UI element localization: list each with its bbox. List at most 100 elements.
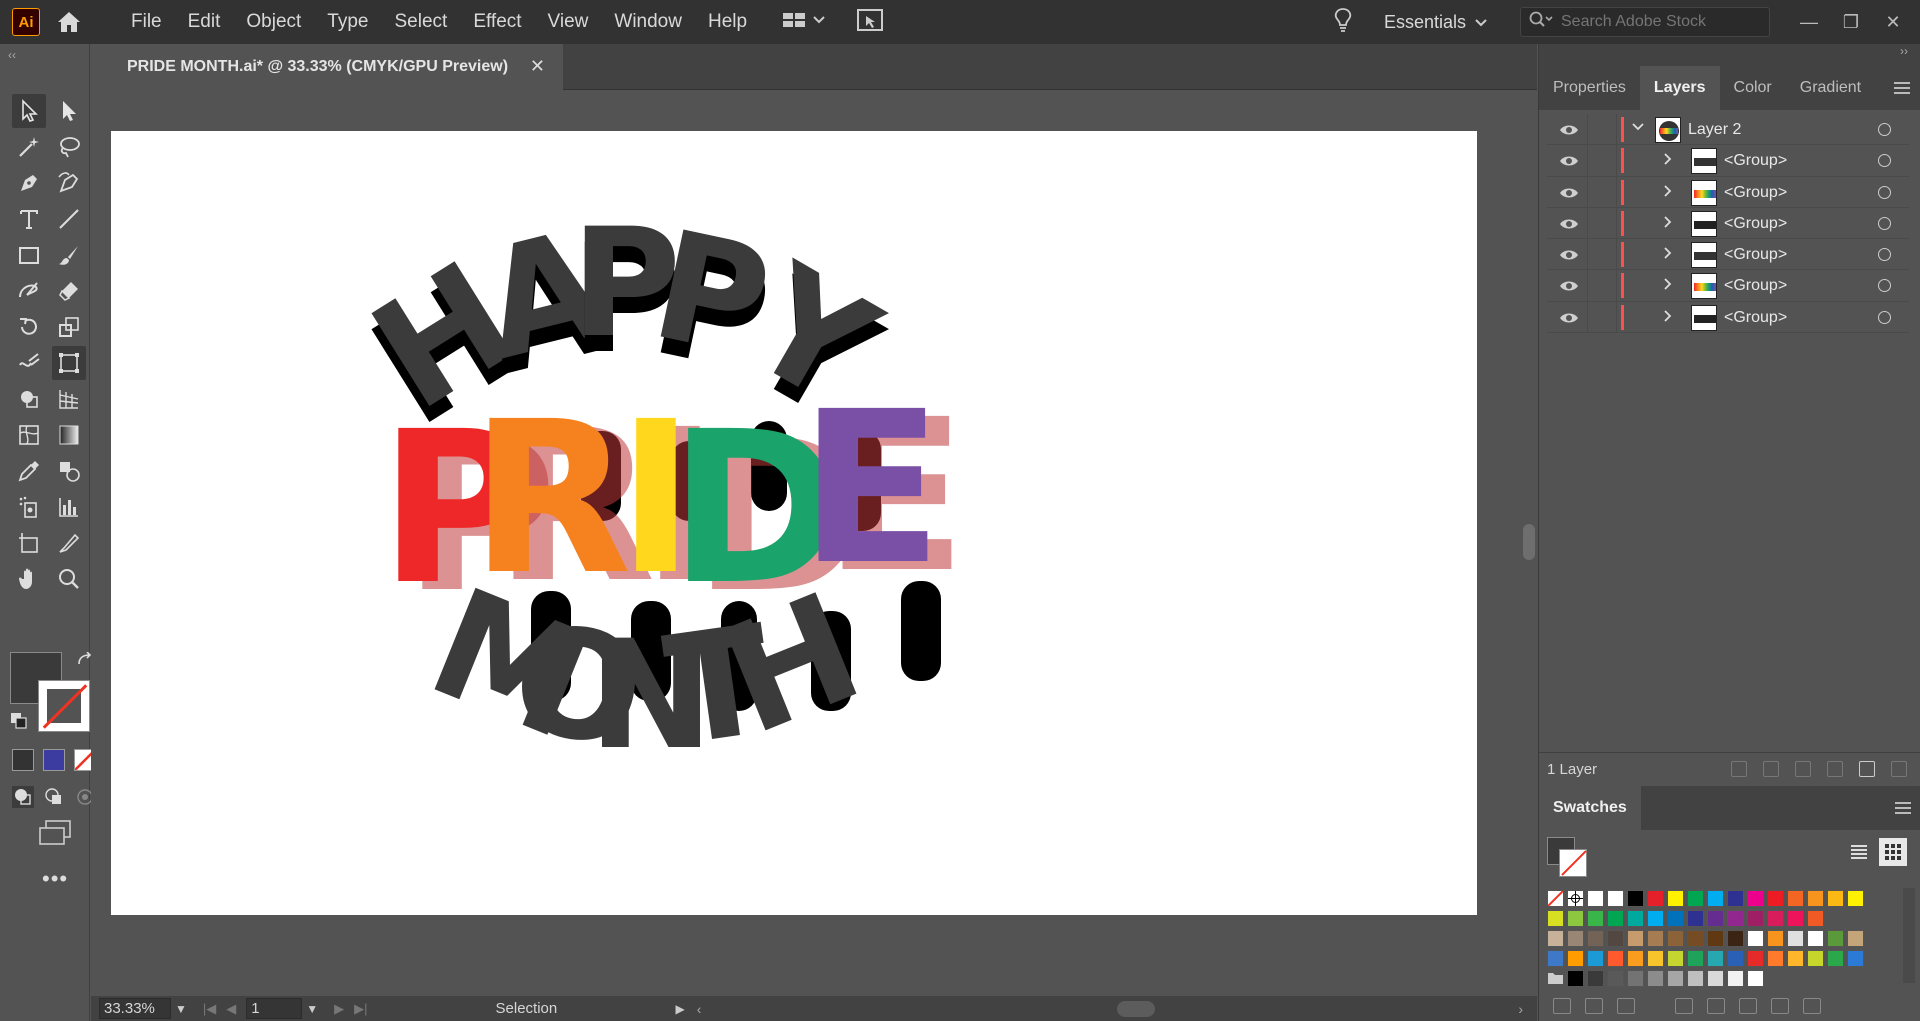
gradient-tool-icon[interactable]	[52, 418, 86, 452]
swatch[interactable]	[1667, 970, 1684, 987]
swatch[interactable]	[1567, 950, 1584, 967]
status-mode-text[interactable]: Selection	[496, 1000, 656, 1017]
visibility-eye-icon[interactable]	[1559, 311, 1579, 330]
swatch[interactable]	[1587, 970, 1604, 987]
pride-month-artwork[interactable]: HHAAPPPPYYMONTHPPRR IIDDEE	[111, 131, 1477, 915]
swatch-libraries-icon[interactable]	[1553, 997, 1571, 1014]
menu-type[interactable]: Type	[314, 0, 381, 44]
swatch[interactable]	[1587, 930, 1604, 947]
delete-swatch-icon[interactable]	[1803, 997, 1821, 1014]
visibility-eye-icon[interactable]	[1559, 123, 1579, 142]
blend-tool-icon[interactable]	[52, 454, 86, 488]
swatch[interactable]	[1727, 930, 1744, 947]
swatch[interactable]	[1667, 910, 1684, 927]
menu-edit[interactable]: Edit	[175, 0, 234, 44]
swatch[interactable]	[1687, 910, 1704, 927]
first-artboard-icon[interactable]: |◀	[203, 1001, 216, 1017]
swatches-menu-icon[interactable]	[1895, 799, 1911, 817]
minimize-icon[interactable]: —	[1788, 12, 1830, 33]
layer-row[interactable]: Layer 2	[1547, 114, 1909, 146]
visibility-eye-icon[interactable]	[1559, 279, 1579, 298]
canvas-area[interactable]: HHAAPPPPYYMONTHPPRRIIDDEE	[91, 90, 1521, 996]
swatch[interactable]	[1747, 970, 1764, 987]
gpu-performance-icon[interactable]	[856, 8, 884, 37]
swatch[interactable]	[1607, 890, 1624, 907]
group-name[interactable]: <Group>	[1724, 277, 1787, 295]
group-name[interactable]: <Group>	[1724, 215, 1787, 233]
lock-toggle[interactable]	[1587, 207, 1617, 239]
swatch[interactable]	[1807, 910, 1824, 927]
swatch[interactable]	[1827, 890, 1844, 907]
grid-view-icon[interactable]	[1879, 838, 1907, 866]
scroll-right-icon[interactable]: ›	[1518, 1001, 1523, 1017]
swatch[interactable]	[1587, 890, 1604, 907]
swatch[interactable]	[1627, 890, 1644, 907]
lightbulb-icon[interactable]	[1332, 7, 1354, 38]
group-name[interactable]: <Group>	[1724, 309, 1787, 327]
swatch[interactable]	[1567, 970, 1584, 987]
lock-toggle[interactable]	[1587, 270, 1617, 301]
workspace-switcher[interactable]: Essentials	[1384, 12, 1488, 33]
stock-search-input[interactable]	[1561, 13, 1761, 31]
swatch[interactable]	[1567, 910, 1584, 927]
swatch[interactable]	[1787, 890, 1804, 907]
eyedropper-tool-icon[interactable]	[12, 454, 46, 488]
clipping-mask-icon[interactable]	[1795, 761, 1811, 777]
swatch[interactable]	[1667, 930, 1684, 947]
target-circle-icon[interactable]	[1878, 185, 1891, 199]
swatch[interactable]	[1627, 930, 1644, 947]
new-swatch-icon[interactable]	[1771, 997, 1789, 1014]
group-name[interactable]: <Group>	[1724, 246, 1787, 264]
swatch[interactable]	[1747, 950, 1764, 967]
expand-group-chevron-icon[interactable]	[1661, 184, 1675, 201]
color-icon[interactable]	[12, 749, 34, 771]
swatch[interactable]	[1847, 930, 1864, 947]
swatch[interactable]	[1647, 950, 1664, 967]
collapse-toolbar-icon[interactable]: ‹‹	[0, 44, 89, 74]
layer-name[interactable]: Layer 2	[1688, 121, 1741, 139]
layer-row[interactable]: <Group>	[1547, 239, 1909, 271]
swatch[interactable]	[1667, 950, 1684, 967]
default-fill-stroke-icon[interactable]	[10, 712, 28, 735]
document-tab[interactable]: PRIDE MONTH.ai* @ 33.33% (CMYK/GPU Previ…	[91, 44, 563, 90]
swatch[interactable]	[1607, 910, 1624, 927]
scroll-left-icon[interactable]: ‹	[697, 1001, 702, 1017]
free-transform-tool-icon[interactable]	[52, 346, 86, 380]
locate-object-icon[interactable]	[1763, 761, 1779, 777]
new-layer-icon[interactable]	[1859, 761, 1875, 777]
expand-group-chevron-icon[interactable]	[1661, 215, 1675, 232]
lock-toggle[interactable]	[1587, 145, 1617, 176]
swatch[interactable]	[1567, 930, 1584, 947]
swatch[interactable]	[1747, 930, 1764, 947]
layer-row[interactable]: <Group>	[1547, 270, 1909, 302]
swatch[interactable]	[1847, 890, 1864, 907]
restore-icon[interactable]: ❐	[1830, 12, 1872, 33]
swatch[interactable]	[1787, 910, 1804, 927]
perspective-grid-tool-icon[interactable]	[52, 382, 86, 416]
direct-selection-tool-icon[interactable]	[52, 94, 86, 128]
eraser-tool-icon[interactable]	[52, 274, 86, 308]
tab-color[interactable]: Color	[1720, 66, 1786, 110]
new-folder-icon[interactable]	[1739, 997, 1757, 1014]
tab-properties[interactable]: Properties	[1539, 66, 1640, 110]
swatch[interactable]	[1607, 950, 1624, 967]
artboard[interactable]: HHAAPPPPYYMONTHPPRRIIDDEE	[111, 131, 1477, 915]
swatch[interactable]	[1667, 890, 1684, 907]
expand-group-chevron-icon[interactable]	[1661, 309, 1675, 326]
visibility-eye-icon[interactable]	[1559, 217, 1579, 236]
list-view-icon[interactable]	[1845, 838, 1873, 866]
new-color-group-icon[interactable]	[1707, 997, 1725, 1014]
zoom-dropdown-chevron-icon[interactable]: ▼	[175, 1002, 187, 1016]
swatch[interactable]	[1767, 930, 1784, 947]
swatch[interactable]	[1547, 950, 1564, 967]
pride-letter[interactable]: R	[470, 376, 632, 621]
expand-layer-chevron-icon[interactable]	[1631, 120, 1645, 137]
close-document-icon[interactable]: ✕	[530, 56, 545, 77]
swatch[interactable]	[1727, 950, 1744, 967]
swatch[interactable]	[1647, 910, 1664, 927]
arrange-documents-icon[interactable]	[782, 10, 826, 35]
swatch[interactable]	[1827, 930, 1844, 947]
slice-tool-icon[interactable]	[52, 526, 86, 560]
scale-tool-icon[interactable]	[52, 310, 86, 344]
draw-normal-icon[interactable]	[12, 786, 34, 813]
